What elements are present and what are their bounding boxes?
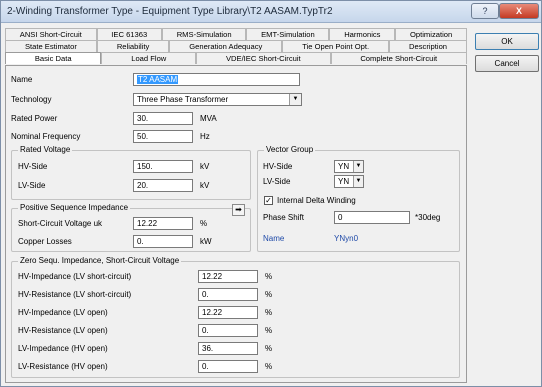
copper-losses-field[interactable]: 0. — [133, 235, 193, 248]
title-bar: 2-Winding Transformer Type - Equipment T… — [1, 1, 541, 23]
zero-sequence-title: Zero Sequ. Impedance, Short-Circuit Volt… — [18, 256, 182, 265]
zero-seq-row-label: HV-Impedance (LV open) — [18, 308, 108, 317]
zero-seq-row-field[interactable]: 12.22 — [198, 306, 258, 319]
tab-emt-simulation[interactable]: EMT-Simulation — [246, 28, 330, 40]
technology-label: Technology — [11, 95, 52, 104]
vg-hv-value: YN — [338, 162, 350, 171]
uk-field[interactable]: 12.22 — [133, 217, 193, 230]
phase-shift-field[interactable]: 0 — [334, 211, 410, 224]
cancel-button[interactable]: Cancel — [475, 55, 539, 72]
ok-button[interactable]: OK — [475, 33, 539, 50]
rated-voltage-group: Rated Voltage HV-Side 150. kV LV-Side 20… — [11, 145, 251, 200]
zero-seq-row-label: LV-Resistance (HV open) — [18, 362, 108, 371]
hv-voltage-field[interactable]: 150. — [133, 160, 193, 173]
zero-seq-row-unit: % — [265, 326, 273, 335]
zero-seq-row-unit: % — [265, 344, 273, 353]
tab-vde-iec-short-circuit[interactable]: VDE/IEC Short-Circuit — [196, 52, 331, 64]
tab-load-flow[interactable]: Load Flow — [101, 52, 197, 64]
zero-sequence-group: Zero Sequ. Impedance, Short-Circuit Volt… — [11, 256, 460, 378]
zero-seq-row-label: HV-Resistance (LV open) — [18, 326, 108, 335]
zero-seq-row-unit: % — [265, 272, 273, 281]
rated-power-unit: MVA — [200, 114, 217, 123]
tab-state-estimator[interactable]: State Estimator — [5, 40, 97, 52]
tab-harmonics[interactable]: Harmonics — [329, 28, 396, 40]
hv-side-label: HV-Side — [18, 162, 48, 171]
vg-name-label: Name — [263, 234, 285, 243]
rated-power-label: Rated Power — [11, 114, 58, 123]
zero-seq-row-label: HV-Resistance (LV short-circuit) — [18, 290, 132, 299]
zero-seq-row-label: HV-Impedance (LV short-circuit) — [18, 272, 132, 281]
vg-name-value: YNyn0 — [334, 234, 359, 243]
uk-unit: % — [200, 219, 208, 228]
zero-seq-row-unit: % — [265, 362, 273, 371]
internal-delta-checkbox[interactable]: ✓ — [264, 196, 273, 205]
tab-iec-61363[interactable]: IEC 61363 — [96, 28, 162, 40]
chevron-down-icon[interactable]: ▼ — [353, 161, 363, 172]
copper-losses-label: Copper Losses — [18, 237, 72, 246]
lv-voltage-unit: kV — [200, 181, 210, 190]
vg-lv-select[interactable]: YN ▼ — [334, 175, 364, 188]
tab-ansi-short-circuit[interactable]: ANSI Short-Circuit — [5, 28, 97, 40]
hv-voltage-unit: kV — [200, 162, 210, 171]
zero-seq-row-field[interactable]: 12.22 — [198, 270, 258, 283]
arrow-right-icon[interactable]: ➡ — [232, 204, 245, 216]
help-button[interactable]: ? — [471, 3, 499, 19]
tab-optimization[interactable]: Optimization — [395, 28, 467, 40]
tab-basic-data[interactable]: Basic Data — [5, 52, 102, 64]
window-title: 2-Winding Transformer Type - Equipment T… — [7, 6, 333, 17]
dialog-window: 2-Winding Transformer Type - Equipment T… — [0, 0, 542, 387]
zero-seq-row-unit: % — [265, 290, 273, 299]
vector-group-title: Vector Group — [264, 145, 316, 154]
chevron-down-icon[interactable]: ▼ — [353, 176, 363, 187]
phase-shift-label: Phase Shift — [263, 213, 304, 222]
vg-hv-select[interactable]: YN ▼ — [334, 160, 364, 173]
positive-sequence-group: Positive Sequence Impedance ➡ Short-Circ… — [11, 203, 251, 252]
close-button[interactable]: X — [499, 3, 539, 19]
vector-group: Vector Group HV-Side YN ▼ LV-Side YN ▼ ✓… — [257, 145, 460, 252]
zero-seq-row-field[interactable]: 0. — [198, 324, 258, 337]
vg-lv-value: YN — [338, 177, 350, 186]
zero-seq-row-label: LV-Impedance (HV open) — [18, 344, 108, 353]
tab-rms-simulation[interactable]: RMS-Simulation — [161, 28, 247, 40]
lv-voltage-field[interactable]: 20. — [133, 179, 193, 192]
tab-generation-adequacy[interactable]: Generation Adequacy — [169, 40, 283, 52]
chevron-down-icon[interactable]: ▼ — [289, 94, 301, 105]
rated-power-field[interactable]: 30. — [133, 112, 193, 125]
tab-row-1: ANSI Short-Circuit IEC 61363 RMS-Simulat… — [5, 28, 467, 40]
phase-shift-unit: *30deg — [415, 213, 441, 222]
internal-delta-label: Internal Delta Winding — [277, 196, 356, 205]
positive-sequence-title: Positive Sequence Impedance — [18, 203, 131, 212]
nominal-frequency-field[interactable]: 50. — [133, 130, 193, 143]
tab-row-2: State Estimator Reliability Generation A… — [5, 40, 467, 52]
tab-description[interactable]: Description — [389, 40, 467, 52]
name-value: T2 AASAM — [137, 75, 179, 84]
name-label: Name — [11, 75, 33, 84]
zero-seq-row-field[interactable]: 0. — [198, 288, 258, 301]
tab-reliability[interactable]: Reliability — [96, 40, 170, 52]
vg-hv-side-label: HV-Side — [263, 162, 293, 171]
zero-seq-row-field[interactable]: 36. — [198, 342, 258, 355]
tab-complete-short-circuit[interactable]: Complete Short-Circuit — [330, 52, 467, 64]
lv-side-label: LV-Side — [18, 181, 46, 190]
name-field[interactable]: T2 AASAM — [133, 73, 300, 86]
technology-select[interactable]: Three Phase Transformer ▼ — [133, 93, 302, 106]
nominal-frequency-label: Nominal Frequency — [11, 132, 81, 141]
zero-seq-row-unit: % — [265, 308, 273, 317]
zero-seq-row-field[interactable]: 0. — [198, 360, 258, 373]
tab-row-3: Basic Data Load Flow VDE/IEC Short-Circu… — [5, 52, 467, 64]
basic-data-panel: Name T2 AASAM Technology Three Phase Tra… — [5, 65, 467, 383]
vg-lv-side-label: LV-Side — [263, 177, 291, 186]
tab-tie-open-point-opt[interactable]: Tie Open Point Opt. — [282, 40, 390, 52]
nominal-frequency-unit: Hz — [200, 132, 210, 141]
rated-voltage-title: Rated Voltage — [18, 145, 73, 154]
technology-value: Three Phase Transformer — [137, 95, 229, 104]
uk-label: Short-Circuit Voltage uk — [18, 219, 103, 228]
copper-losses-unit: kW — [200, 237, 212, 246]
